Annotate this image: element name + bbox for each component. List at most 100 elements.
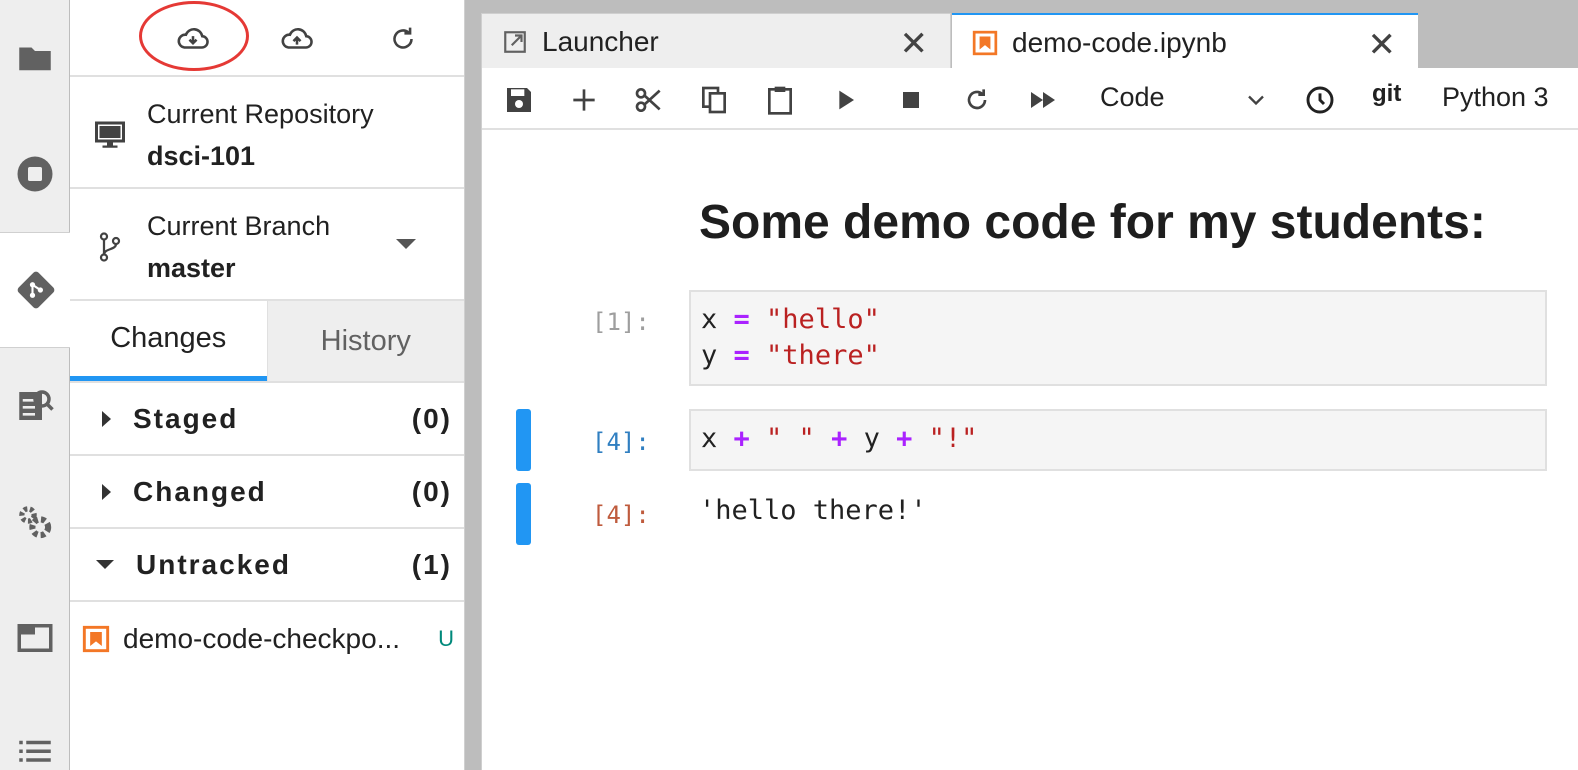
input-prompt: [4]: xyxy=(592,428,650,456)
code-token: + xyxy=(831,423,848,454)
insert-cell-button[interactable] xyxy=(564,80,604,120)
current-branch-selector[interactable]: Current Branch master xyxy=(70,189,464,301)
code-token: "hello" xyxy=(766,304,880,335)
kernel-name[interactable]: Python 3 xyxy=(1442,82,1549,113)
input-collapser[interactable] xyxy=(516,409,531,471)
running-sessions-tab[interactable] xyxy=(0,116,70,232)
file-status-badge: U xyxy=(438,626,454,651)
caret-down-icon xyxy=(396,239,416,249)
notebook-icon xyxy=(972,30,998,55)
tabs-tab[interactable] xyxy=(0,580,70,696)
save-button[interactable] xyxy=(499,80,539,120)
chevron-down-icon xyxy=(1248,95,1264,106)
code-token: + xyxy=(733,423,750,454)
tab-launcher[interactable]: Launcher ✕ xyxy=(481,13,951,70)
section-count: (0) xyxy=(411,402,452,434)
section-label: Untracked xyxy=(136,548,291,580)
list-icon xyxy=(19,740,51,762)
repository-label: Current Repository xyxy=(147,99,374,129)
git-panel: Current Repository dsci-101 Current Bran… xyxy=(70,0,465,770)
play-icon xyxy=(839,90,854,110)
code-line: x = "hello" xyxy=(701,302,1535,338)
branch-name: master xyxy=(147,253,236,283)
git-tab[interactable] xyxy=(0,232,71,348)
tab-demo-code[interactable]: demo-code.ipynb ✕ xyxy=(952,13,1418,70)
stop-circle-icon xyxy=(17,156,53,192)
caret-right-icon xyxy=(102,483,111,500)
file-browser-tab[interactable] xyxy=(0,0,70,116)
git-icon xyxy=(17,271,54,309)
code-token: x xyxy=(701,304,734,335)
highlight-annotation xyxy=(139,1,249,71)
output-prompt: [4]: xyxy=(592,501,650,529)
repository-name: dsci-101 xyxy=(147,141,256,171)
git-diff-button[interactable]: git xyxy=(1372,80,1401,108)
code-line: y = "there" xyxy=(701,338,1535,374)
cloud-upload-icon xyxy=(281,28,313,49)
markdown-heading: Some demo code for my students: xyxy=(699,196,1486,249)
branch-label: Current Branch xyxy=(147,211,331,241)
tabs-icon xyxy=(17,624,53,652)
code-token: y xyxy=(847,423,897,454)
cut-button[interactable] xyxy=(629,80,669,120)
code-token: + xyxy=(896,423,913,454)
notebook-icon xyxy=(82,625,110,653)
paste-button[interactable] xyxy=(760,80,800,120)
settings-tab[interactable] xyxy=(0,464,70,580)
add-icon xyxy=(573,89,595,111)
close-icon[interactable]: ✕ xyxy=(1368,25,1397,65)
untracked-section-header[interactable]: Untracked (1) xyxy=(70,529,464,602)
cell-type-select[interactable]: Code xyxy=(1100,82,1165,113)
property-inspector-tab[interactable] xyxy=(0,348,70,464)
code-line: x + " " + y + "!" xyxy=(701,421,1535,457)
section-count: (0) xyxy=(411,475,452,507)
refresh-button[interactable] xyxy=(383,19,423,59)
code-token: = xyxy=(733,304,750,335)
code-token: = xyxy=(733,340,750,371)
input-prompt: [1]: xyxy=(592,308,650,336)
section-label: Changed xyxy=(133,475,267,507)
clock-icon xyxy=(1306,86,1334,114)
close-icon[interactable]: ✕ xyxy=(900,24,929,64)
restart-button[interactable] xyxy=(957,80,997,120)
tab-label: demo-code.ipynb xyxy=(1012,26,1227,58)
run-all-button[interactable] xyxy=(1023,80,1063,120)
interrupt-button[interactable] xyxy=(891,80,931,120)
code-cell-input[interactable]: x + " " + y + "!" xyxy=(689,409,1547,471)
run-button[interactable] xyxy=(826,80,866,120)
desktop-icon xyxy=(95,121,125,148)
tab-changes[interactable]: Changes xyxy=(70,301,267,381)
changed-section-header[interactable]: Changed (0) xyxy=(70,456,464,529)
branch-icon xyxy=(99,232,121,262)
toc-tab[interactable] xyxy=(0,696,70,770)
settings-gears-icon xyxy=(19,506,52,539)
code-token: x xyxy=(701,423,734,454)
refresh-icon xyxy=(393,27,413,49)
output-collapser[interactable] xyxy=(516,483,531,545)
code-cell-input[interactable]: x = "hello" y = "there" xyxy=(689,290,1547,386)
save-icon xyxy=(507,88,531,112)
untracked-file-item[interactable]: demo-code-checkpo... U xyxy=(70,602,464,676)
tab-history[interactable]: History xyxy=(266,301,464,381)
copy-button[interactable] xyxy=(694,80,734,120)
cell-output: 'hello there!' xyxy=(699,495,927,526)
folder-icon xyxy=(19,47,51,71)
code-token: "!" xyxy=(928,423,978,454)
notebook-toolbar: Code git Python 3 xyxy=(482,68,1578,130)
push-button[interactable] xyxy=(277,19,317,59)
caret-right-icon xyxy=(102,410,111,427)
refresh-icon xyxy=(967,89,987,110)
git-panel-tabs: Changes History xyxy=(70,301,464,383)
cut-icon xyxy=(635,88,661,112)
paste-icon xyxy=(768,86,792,115)
staged-section-header[interactable]: Staged (0) xyxy=(70,383,464,456)
section-count: (1) xyxy=(411,548,452,580)
history-button[interactable] xyxy=(1300,80,1340,120)
code-token: " " xyxy=(766,423,815,454)
code-token: "there" xyxy=(766,340,880,371)
